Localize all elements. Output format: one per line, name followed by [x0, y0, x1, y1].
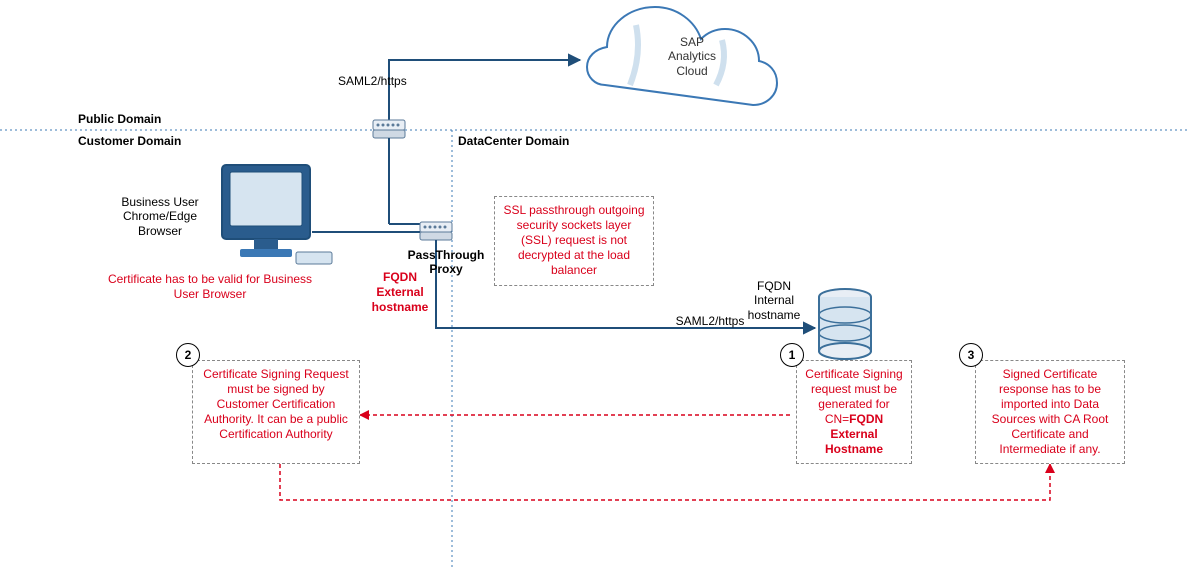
step-2-badge: 2 — [176, 343, 200, 367]
public-domain-label: Public Domain — [78, 112, 161, 126]
db-label: FQDN Internal hostname — [734, 279, 814, 322]
gateway-router-icon — [373, 120, 405, 138]
datacenter-domain-label: DataCenter Domain — [458, 134, 569, 148]
customer-domain-label: Customer Domain — [78, 134, 181, 148]
proxy-router-icon — [420, 222, 452, 240]
browser-cert-note: Certificate has to be valid for Business… — [100, 272, 320, 302]
step-3-box: Signed Certificate response has to be im… — [975, 360, 1125, 464]
saml-top-label: SAML2/https — [338, 74, 438, 88]
step-2-box: Certificate Signing Request must be sign… — [192, 360, 360, 464]
step-3-badge: 3 — [959, 343, 983, 367]
step-1-box: Certificate Signing request must be gene… — [796, 360, 912, 464]
ssl-note-box: SSL passthrough outgoing security socket… — [494, 196, 654, 286]
proxy-fqdn-label: FQDN External hostname — [360, 270, 440, 315]
database-icon — [819, 289, 871, 359]
browser-label: Business User Chrome/Edge Browser — [100, 195, 220, 238]
monitor-icon — [222, 165, 332, 264]
step-1-badge: 1 — [780, 343, 804, 367]
cloud-label: SAP Analytics Cloud — [652, 35, 732, 78]
